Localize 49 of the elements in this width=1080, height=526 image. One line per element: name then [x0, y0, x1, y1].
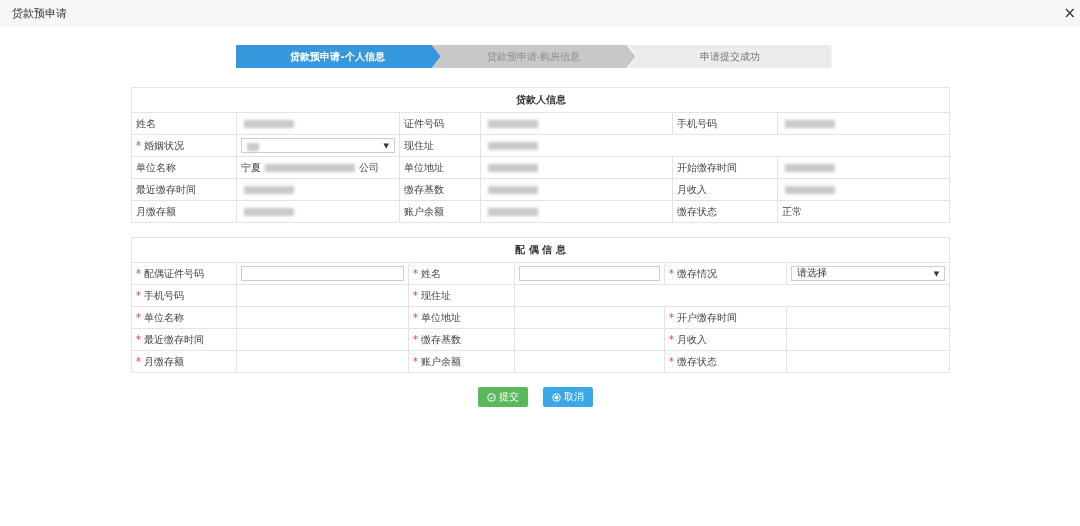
- field-label: * 单位名称: [136, 311, 184, 323]
- field-label: * 现住址: [413, 289, 451, 301]
- radio-dot-icon: [551, 392, 561, 402]
- field-label: * 手机号码: [136, 289, 184, 301]
- field-label: * 单位地址: [413, 311, 461, 323]
- field-label: 缴存基数: [404, 183, 444, 195]
- field-value: 宁夏 公司: [241, 161, 379, 173]
- field-label: 月收入: [677, 183, 707, 195]
- field-label: * 缴存基数: [413, 333, 461, 345]
- redacted-value: [244, 208, 294, 216]
- window-title: 贷款预申请: [12, 6, 67, 21]
- field-label: 单位地址: [404, 161, 444, 173]
- field-label: * 缴存状态: [669, 355, 717, 367]
- field-label: * 配偶证件号码: [136, 267, 204, 279]
- check-circle-icon: [486, 392, 496, 402]
- redacted-value: [785, 120, 835, 128]
- field-label: * 月收入: [669, 333, 707, 345]
- field-label: * 缴存情况: [669, 267, 717, 279]
- redacted-value: [785, 164, 835, 172]
- input-field[interactable]: [241, 266, 404, 281]
- redacted-value: [488, 164, 538, 172]
- field-label: * 账户余额: [413, 355, 461, 367]
- redacted-value: [488, 120, 538, 128]
- section-title: 贷款人信息: [515, 94, 566, 105]
- redacted-value: [488, 142, 538, 150]
- field-label: 证件号码: [404, 117, 444, 129]
- field-label: 姓名: [136, 117, 156, 129]
- redacted-value: [488, 186, 538, 194]
- redacted-value: [488, 208, 538, 216]
- field-label: 月缴存额: [136, 205, 176, 217]
- field-label: 手机号码: [677, 117, 717, 129]
- field-label: * 开户缴存时间: [669, 311, 737, 323]
- redacted-value: [244, 186, 294, 194]
- field-label: * 姓名: [413, 267, 441, 279]
- field-label: 账户余额: [404, 205, 444, 217]
- field-label: 单位名称: [136, 161, 176, 173]
- field-label: * 婚姻状况: [136, 139, 184, 151]
- redacted-value: [785, 186, 835, 194]
- field-label: 缴存状态: [677, 205, 717, 217]
- field-label: 现住址: [404, 139, 434, 151]
- input-field[interactable]: [519, 266, 660, 281]
- section-title: 配 偶 信 息: [515, 244, 566, 255]
- redacted-value: [244, 120, 294, 128]
- field-label: 开始缴存时间: [677, 161, 737, 173]
- field-label: * 最近缴存时间: [136, 333, 204, 345]
- field-value: 正常: [782, 205, 802, 217]
- field-label: * 月缴存额: [136, 355, 184, 367]
- field-label: 最近缴存时间: [136, 183, 196, 195]
- close-button[interactable]: ×: [1063, 6, 1076, 21]
